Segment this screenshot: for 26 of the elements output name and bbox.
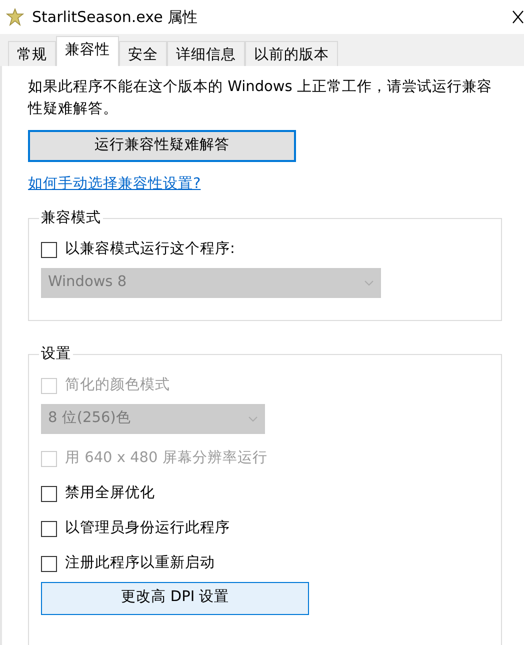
- tab[interactable]: 常规: [8, 41, 56, 66]
- checkbox-label: 以管理员身份运行此程序: [65, 519, 230, 538]
- chevron-icon: [364, 280, 374, 286]
- close-icon[interactable]: [512, 10, 524, 24]
- help-link[interactable]: 如何手动选择兼容性设置?: [28, 176, 201, 192]
- app-icon: [6, 8, 24, 26]
- checkbox-label: 简化的颜色模式: [65, 376, 170, 396]
- tab[interactable]: 兼容性: [56, 36, 119, 66]
- checkbox[interactable]: [41, 521, 57, 538]
- checkbox-label: 用 640 x 480 屏幕分辨率运行: [65, 448, 268, 468]
- troubleshoot-button[interactable]: 运行兼容性疑难解答: [28, 130, 296, 162]
- dpi-settings-button[interactable]: 更改高 DPI 设置: [41, 582, 309, 615]
- tab[interactable]: 安全: [119, 41, 167, 66]
- tab[interactable]: 以前的版本: [245, 41, 338, 66]
- checkbox-label: 禁用全屏优化: [65, 484, 155, 504]
- tab[interactable]: 详细信息: [167, 41, 245, 66]
- window-title: StarlitSeason.exe 属性: [32, 6, 199, 28]
- dropdown: Windows 8: [41, 268, 381, 298]
- intro-text: 如果此程序不能在这个版本的 Windows 上正常工作，请尝试运行兼容性疑难解答。: [28, 78, 493, 119]
- chevron-icon: [248, 416, 258, 422]
- dropdown: 8 位(256)色: [41, 404, 265, 434]
- checkbox[interactable]: [41, 556, 57, 572]
- checkbox[interactable]: [41, 242, 57, 258]
- checkbox-label: 注册此程序以重新启动: [65, 554, 215, 574]
- checkbox-label: 以兼容模式运行这个程序:: [65, 240, 235, 260]
- checkbox[interactable]: [41, 486, 57, 502]
